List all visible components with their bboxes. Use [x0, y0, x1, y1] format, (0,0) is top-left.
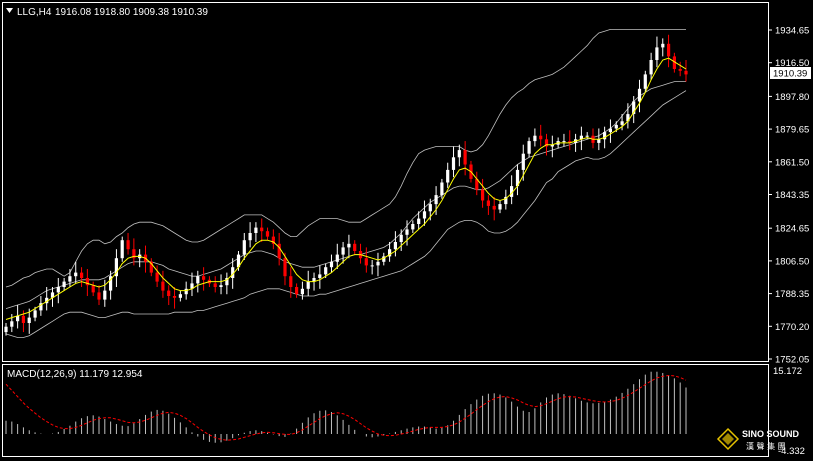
candle-body — [643, 74, 647, 89]
candle-body — [260, 227, 264, 232]
candle-body — [97, 292, 101, 300]
candle-body — [196, 276, 200, 284]
candle-body — [33, 310, 37, 318]
candle-body — [422, 211, 427, 219]
candle-body — [56, 287, 60, 293]
candle-body — [21, 315, 25, 323]
candle-body — [533, 135, 537, 142]
candle-body — [126, 240, 130, 250]
candle-body — [289, 276, 293, 287]
watermark-sub: 漢 聲 集 團 — [746, 441, 786, 451]
price-tick-label: 1752.05 — [775, 355, 809, 366]
price-tick-label: 1824.65 — [775, 224, 809, 235]
candle-body — [68, 276, 72, 282]
candle-body — [667, 43, 671, 57]
candle-body — [161, 281, 165, 291]
candle-body — [393, 242, 397, 250]
candle-body — [4, 326, 8, 333]
candle-body — [614, 124, 618, 129]
price-tick-label: 1770.20 — [775, 322, 809, 333]
candle-body — [254, 227, 258, 233]
current-price-label: 1910.39 — [773, 69, 807, 80]
candle-body — [213, 283, 217, 287]
candle-body — [242, 240, 246, 255]
candle-body — [324, 267, 328, 275]
ohlc-readout: 1916.08 1918.80 1909.38 1910.39 — [55, 7, 208, 18]
candle-body — [620, 121, 624, 125]
price-tick-label: 1843.35 — [775, 190, 809, 201]
candle — [120, 236, 124, 262]
candle-body — [585, 135, 589, 137]
macd-title: MACD(12,26,9) 11.179 12.954 — [7, 369, 143, 380]
candle-body — [428, 204, 432, 212]
candle-body — [498, 204, 502, 210]
price-tick-label: 1806.50 — [775, 256, 809, 267]
candle-body — [446, 169, 450, 183]
candle-body — [329, 261, 334, 268]
candle-body — [661, 43, 665, 48]
symbol-label: LLG,H4 — [17, 7, 52, 18]
macd-top-label: 15.172 — [773, 366, 802, 377]
candle-body — [678, 69, 682, 71]
candle-body — [521, 153, 525, 170]
candle-body — [655, 47, 659, 60]
candle-body — [120, 240, 124, 259]
candle-body — [539, 135, 543, 140]
candle-body — [364, 258, 368, 266]
candle-body — [457, 150, 461, 158]
price-tick-label: 1934.65 — [775, 26, 809, 37]
price-tick-label: 1879.65 — [775, 125, 809, 136]
price-tick-label: 1861.50 — [775, 157, 809, 168]
candle-body — [347, 243, 351, 248]
watermark-brand: SINO SOUND — [742, 429, 800, 439]
candle-body — [80, 272, 84, 278]
candle-body — [451, 157, 456, 170]
candle-body — [306, 281, 310, 289]
candle-body — [27, 317, 31, 323]
candle-body — [608, 128, 612, 133]
candle-body — [405, 229, 409, 235]
candle-body — [486, 200, 490, 206]
candle-body — [353, 243, 357, 251]
candle-body — [300, 288, 304, 295]
candle-body — [248, 233, 252, 241]
candle-body — [103, 290, 107, 300]
candle-body — [440, 182, 444, 196]
chart-window[interactable]: 1934.65 1916.50 1897.80 1879.65 1861.50 1843.… — [0, 0, 813, 461]
candle-body — [684, 70, 688, 75]
candle-body — [492, 205, 496, 210]
candle-body — [370, 265, 374, 267]
candle-body — [376, 261, 380, 266]
candle-body — [10, 321, 14, 327]
candle-body — [167, 290, 171, 296]
candle-body — [335, 254, 339, 262]
candle-body — [184, 288, 188, 295]
candle-body — [295, 287, 299, 295]
candle-body — [411, 224, 415, 230]
candle-body — [219, 285, 223, 287]
candle-body — [527, 141, 531, 154]
candle-body — [155, 272, 159, 282]
candle-body — [417, 218, 421, 224]
candle-body — [62, 281, 66, 287]
candle-body — [649, 60, 653, 75]
candle-body — [178, 294, 182, 298]
candle-body — [283, 258, 287, 277]
candle-body — [434, 195, 438, 205]
candle-body — [399, 234, 403, 242]
candle-body — [91, 285, 95, 293]
price-tick-label: 1788.35 — [775, 289, 809, 300]
candle-body — [637, 88, 642, 102]
candle-body — [463, 150, 467, 165]
candle-body — [172, 296, 177, 298]
candle-body — [562, 141, 566, 143]
candle-body — [597, 139, 601, 143]
candle-body — [202, 276, 206, 280]
candle-body — [265, 231, 270, 237]
candle-body — [481, 189, 485, 201]
candle-body — [341, 247, 345, 255]
candle-body — [74, 272, 78, 277]
price-tick-label: 1897.80 — [775, 92, 809, 103]
candle-body — [318, 274, 322, 278]
